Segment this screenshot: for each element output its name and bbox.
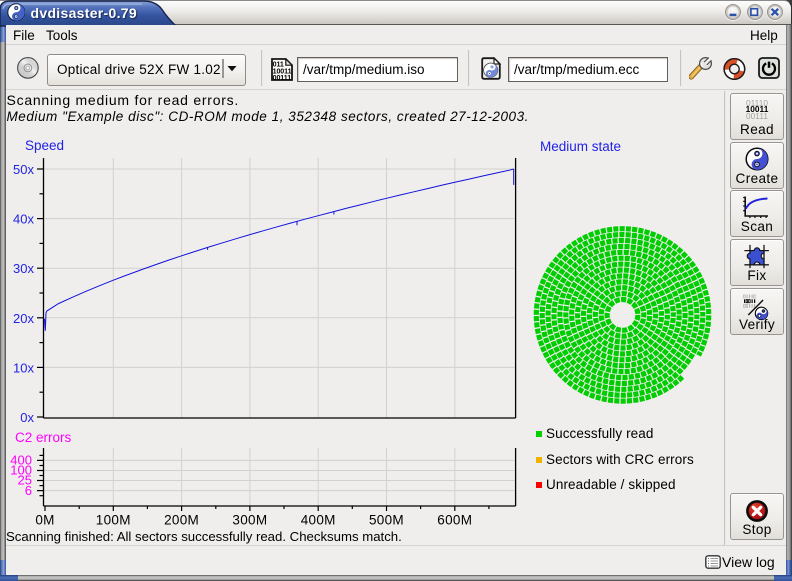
svg-text:200M: 200M xyxy=(164,513,199,528)
svg-text:0M: 0M xyxy=(35,513,54,528)
svg-text:500M: 500M xyxy=(369,513,404,528)
svg-text:100M: 100M xyxy=(96,513,131,528)
svg-text:Speed: Speed xyxy=(25,138,64,153)
svg-text:20x: 20x xyxy=(13,311,34,326)
svg-text:C2 errors: C2 errors xyxy=(15,430,72,445)
svg-text:Medium state: Medium state xyxy=(540,139,621,154)
svg-text:30x: 30x xyxy=(13,261,34,276)
svg-text:300M: 300M xyxy=(232,513,267,528)
svg-text:10x: 10x xyxy=(13,360,34,375)
svg-text:400M: 400M xyxy=(301,513,336,528)
svg-text:600M: 600M xyxy=(437,513,472,528)
svg-text:50x: 50x xyxy=(13,162,34,177)
svg-text:40x: 40x xyxy=(13,212,34,227)
svg-text:6: 6 xyxy=(25,483,32,498)
svg-text:0x: 0x xyxy=(20,410,34,425)
